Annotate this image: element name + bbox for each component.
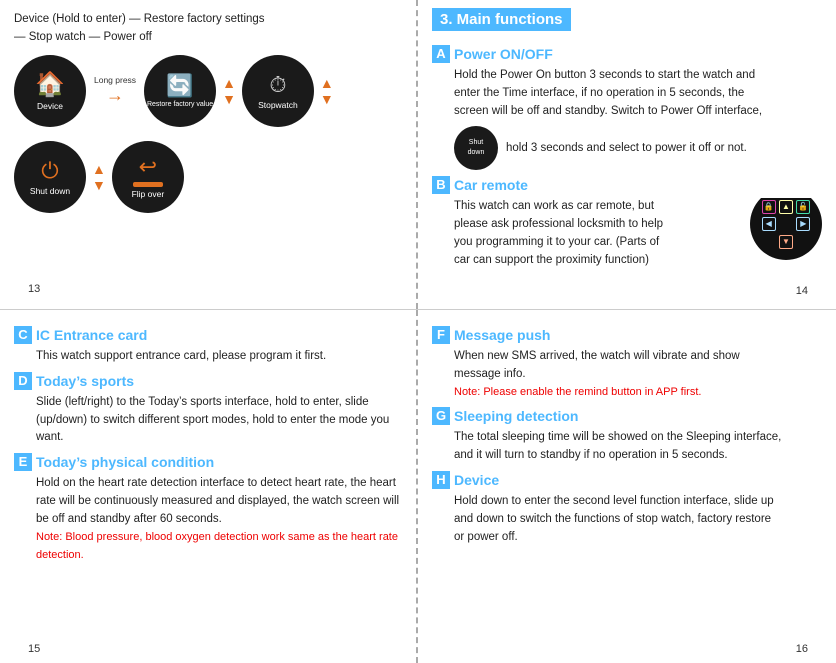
shutdown-watch-small: Shut down [454,126,498,170]
section-b-title-row: B Car remote [432,176,822,194]
car-unlock-btn: 🔓 [796,200,810,214]
car-center [779,217,793,231]
restore-icon: 🔄 [166,73,193,99]
page-wrapper: Device (Hold to enter) — Restore factory… [0,0,836,663]
section-a-label: A [432,45,450,63]
section-a-title-row: A Power ON/OFF [432,45,822,63]
up-arrow-icon-3: ▲ [92,162,106,176]
car-down-btn: ▼ [779,235,793,249]
section-c-label: C [14,326,32,344]
section-f-title-row: F Message push [432,326,822,344]
car-arrows: 🔒 ▲ 🔓 ◀ ▶ ▼ [761,199,811,249]
restore-watch: 🔄 Restore factory value [144,55,216,127]
section-g-title: Sleeping detection [454,408,578,424]
section-c-title-row: C IC Entrance card [14,326,402,344]
section-c-title: IC Entrance card [36,327,147,343]
section-a-body: Hold the Power On button 3 seconds to st… [454,67,822,170]
breadcrumb: Device (Hold to enter) — Restore factory… [14,10,402,47]
car-right-btn: ▶ [796,217,810,231]
timer-icon: ⏱ [269,72,286,98]
car-remote-watch: 🔒 ▲ 🔓 ◀ ▶ ▼ [750,198,822,260]
power-icon: ⏻ [41,158,58,184]
car-up-btn: ▲ [779,200,793,214]
device-watch: 🏠 Device [14,55,86,127]
long-press-label: Long press [94,75,136,85]
section-d-body: Slide (left/right) to the Today’s sports… [36,394,402,447]
stopwatch-watch: ⏱ Stopwatch [242,55,314,127]
up-arrow-icon: ▲ [222,76,236,90]
section-d-label: D [14,372,32,390]
section-e-note: Note: Blood pressure, blood oxygen detec… [36,531,398,561]
section-e-body: Hold on the heart rate detection interfa… [36,475,402,564]
section-b-title: Car remote [454,177,528,193]
section-e-title-row: E Today’s physical condition [14,453,402,471]
down-arrow-icon-2: ▼ [320,92,334,106]
section-b-body: 🔒 ▲ 🔓 ◀ ▶ ▼ This watch can work as car r… [454,198,822,269]
bottom-left-panel: C IC Entrance card This watch support en… [0,310,418,663]
bottom-right-panel: F Message push When new SMS arrived, the… [418,310,836,663]
flip-icon: ↩ [139,154,157,180]
section-h-title-row: H Device [432,471,822,489]
page-num-14: 14 [796,285,808,297]
section-f-label: F [432,326,450,344]
shutdown-watch-label1: Shut [469,138,483,149]
updown-arrows-3: ▲ ▼ [92,162,106,192]
section-d-title-row: D Today’s sports [14,372,402,390]
car-left-btn: ◀ [762,217,776,231]
flip-bar [133,182,163,187]
section-h-title: Device [454,472,499,488]
section-g-label: G [432,407,450,425]
up-arrow-icon-2: ▲ [320,76,334,90]
page-num-16: 16 [796,643,808,655]
section-f-note: Note: Please enable the remind button in… [454,386,701,398]
shutdown-watch: ⏻ Shut down [14,141,86,213]
section-d-title: Today’s sports [36,373,134,389]
section-f-body: When new SMS arrived, the watch will vib… [454,348,822,401]
section-f-title: Message push [454,327,550,343]
updown-arrows-1: ▲ ▼ [222,76,236,106]
updown-arrows-2: ▲ ▼ [320,76,334,106]
section-e-label: E [14,453,32,471]
section-c-body: This watch support entrance card, please… [36,348,402,366]
section-e-title: Today’s physical condition [36,454,214,470]
section-g-body: The total sleeping time will be showed o… [454,429,822,465]
arrow-right-icon: → [106,85,124,106]
top-left-panel: Device (Hold to enter) — Restore factory… [0,0,418,309]
power-row: Shut down hold 3 seconds and select to p… [454,126,822,170]
section-h-body: Hold down to enter the second level func… [454,493,822,546]
down-arrow-icon-3: ▼ [92,178,106,192]
car-lock-btn: 🔒 [762,200,776,214]
section-b-label: B [432,176,450,194]
down-arrow-icon: ▼ [222,92,236,106]
top-right-panel: 3. Main functions A Power ON/OFF Hold th… [418,0,836,309]
bottom-half: C IC Entrance card This watch support en… [0,310,836,663]
page-num-13: 13 [28,283,40,295]
flip-watch-inner: ↩ [133,154,163,187]
house-icon: 🏠 [35,70,65,99]
watch-row-2: ⏻ Shut down ▲ ▼ ↩ Flip over [14,141,402,213]
section-h-label: H [432,471,450,489]
section-g-title-row: G Sleeping detection [432,407,822,425]
page-num-15: 15 [28,643,40,655]
flipover-watch: ↩ Flip over [112,141,184,213]
section-header: 3. Main functions [432,8,571,31]
section-a-title: Power ON/OFF [454,46,553,62]
top-half: Device (Hold to enter) — Restore factory… [0,0,836,310]
watch-row-1: 🏠 Device Long press → 🔄 Restore factory … [14,55,402,127]
shutdown-watch-label2: down [468,148,485,159]
